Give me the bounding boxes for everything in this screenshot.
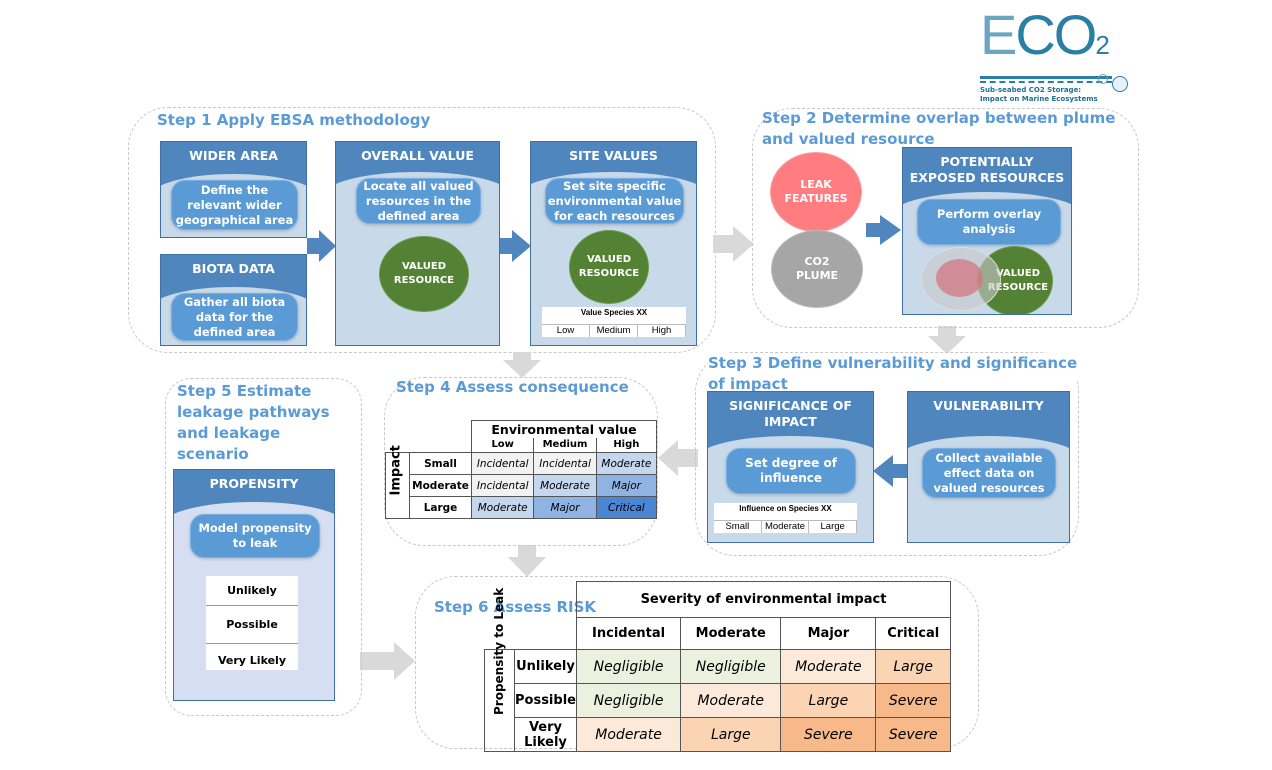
col-header: Environmental value [471, 420, 657, 438]
risk-matrix: Severity of environmental impact Inciden… [484, 581, 952, 752]
propensity-panel: PROPENSITY Model propensity to leak Unli… [173, 469, 335, 701]
row-label: Large [409, 496, 472, 519]
significance-panel: SIGNIFICANCE OF IMPACT Set degree of inf… [707, 391, 874, 543]
col-moderate: Moderate [680, 617, 782, 650]
step3-title: Step 3 Define vulnerability and signific… [708, 353, 1078, 395]
scale-medium: Medium [590, 325, 638, 337]
row-label: Moderate [409, 474, 472, 497]
panel-header: WIDER AREA [189, 148, 278, 163]
vulnerability-panel: VULNERABILITY Collect available effect d… [907, 391, 1070, 543]
overlay-task: Perform overlay analysis [917, 199, 1061, 245]
overall-value-panel: OVERALL VALUE Locate all valued resource… [335, 141, 500, 346]
risk-cell: Moderate [780, 649, 877, 684]
arrow-right-icon [713, 226, 754, 262]
panel-header: POTENTIALLY EXPOSED RESOURCES [909, 154, 1065, 185]
overall-value-task: Locate all valued resources in the defin… [356, 178, 481, 224]
consequence-matrix: Environmental value Low Medium High Impact… [385, 420, 658, 519]
risk-cell: Negligible [680, 649, 782, 684]
level-very-likely: Very Likely [218, 654, 286, 667]
scale-title: Influence on Species XX [739, 504, 832, 513]
risk-cell: Severe [780, 717, 877, 752]
valued-resource-circle: VALUED RESOURCE [379, 236, 469, 312]
matrix-cell: Major [533, 496, 597, 519]
row-label: Small [409, 452, 472, 475]
panel-header: PROPENSITY [209, 476, 299, 491]
arrow-left-icon [658, 440, 698, 476]
value-scale: Value Species XX Low Medium High [542, 307, 686, 337]
scale-moderate: Moderate [762, 521, 810, 533]
risk-cell: Large [875, 649, 951, 684]
influence-scale: Influence on Species XX Small Moderate Lar… [714, 503, 858, 533]
scale-title: Value Species XX [580, 308, 648, 317]
matrix-cell: Incidental [533, 452, 597, 475]
col-medium: Medium [533, 437, 597, 453]
matrix-cell: Incidental [470, 452, 535, 475]
col-low: Low [470, 437, 535, 453]
matrix-cell: Major [595, 474, 658, 497]
leak-features-circle: LEAK FEATURES [770, 152, 862, 232]
row-label: Possible [514, 683, 577, 718]
bubble-icon [1098, 74, 1108, 84]
risk-cell: Negligible [575, 649, 682, 684]
step1-title: Step 1 Apply EBSA methodology [157, 111, 431, 129]
level-unlikely: Unlikely [206, 576, 298, 606]
effect-data-task: Collect available effect data on valued … [922, 448, 1056, 498]
arrow-down-icon [508, 545, 546, 577]
row-label: Unlikely [514, 649, 577, 684]
row-header: Propensity to Leak [492, 587, 506, 715]
matrix-cell: Moderate [533, 474, 597, 497]
row-header: Impact [388, 445, 404, 496]
biota-data-task: Gather all biota data for the defined ar… [171, 293, 298, 341]
col-incidental: Incidental [575, 617, 682, 650]
eco2-logo: ECO2 Sub-seabed CO2 Storage: Impact on Ma… [980, 6, 1140, 103]
col-high: High [595, 437, 658, 453]
risk-cell: Moderate [680, 683, 782, 718]
valued-resource-circle: VALUED RESOURCE [569, 230, 649, 304]
leak-overlap-circle [936, 259, 983, 297]
risk-cell: Negligible [575, 683, 682, 718]
propensity-levels: Unlikely Possible Very Likely [206, 576, 298, 670]
arrow-right-icon [360, 642, 415, 680]
col-header: Severity of environmental impact [575, 581, 952, 618]
panel-header: VULNERABILITY [933, 398, 1044, 413]
panel-header: OVERALL VALUE [361, 148, 474, 163]
panel-header: BIOTA DATA [192, 261, 275, 276]
wider-area-task: Define the relevant wider geographical a… [171, 180, 298, 230]
biota-data-panel: BIOTA DATA Gather all biota data for the… [160, 254, 307, 346]
row-label: Very Likely [514, 717, 577, 752]
matrix-cell: Incidental [470, 474, 535, 497]
scale-small: Small [714, 521, 762, 533]
arrow-right-icon [500, 230, 531, 262]
site-values-task: Set site specific environmental value fo… [545, 178, 684, 224]
co2-plume-circle: CO2 PLUME [771, 230, 863, 308]
propensity-task: Model propensity to leak [190, 514, 320, 558]
step5-title: Step 5 Estimate leakage pathways and lea… [177, 382, 330, 463]
col-critical: Critical [875, 617, 951, 650]
panel-header: SIGNIFICANCE OF IMPACT [729, 398, 852, 429]
arrow-right-icon [307, 230, 336, 262]
wider-area-panel: WIDER AREA Define the relevant wider geo… [160, 141, 307, 238]
influence-task: Set degree of influence [726, 448, 856, 494]
arrow-down-icon [928, 326, 966, 354]
matrix-cell: Moderate [595, 452, 658, 475]
matrix-cell: Critical [595, 496, 658, 519]
risk-cell: Moderate [575, 717, 682, 752]
exposed-resources-panel: POTENTIALLY EXPOSED RESOURCES Perform ov… [902, 147, 1072, 315]
step4-title: Step 4 Assess consequence [396, 378, 629, 396]
panel-header: SITE VALUES [569, 148, 658, 163]
risk-cell: Severe [875, 683, 951, 718]
step2-title: Step 2 Determine overlap between plume an… [762, 109, 1116, 148]
scale-low: Low [542, 325, 590, 337]
scale-high: High [638, 325, 686, 337]
site-values-panel: SITE VALUES Set site specific environmen… [530, 141, 697, 346]
matrix-cell: Moderate [470, 496, 535, 519]
risk-cell: Severe [875, 717, 951, 752]
bubble-icon [1112, 76, 1128, 92]
col-major: Major [780, 617, 877, 650]
level-possible: Possible [206, 606, 298, 644]
risk-cell: Large [780, 683, 877, 718]
arrow-down-icon [503, 352, 541, 378]
scale-large: Large [809, 521, 858, 533]
risk-cell: Large [680, 717, 782, 752]
